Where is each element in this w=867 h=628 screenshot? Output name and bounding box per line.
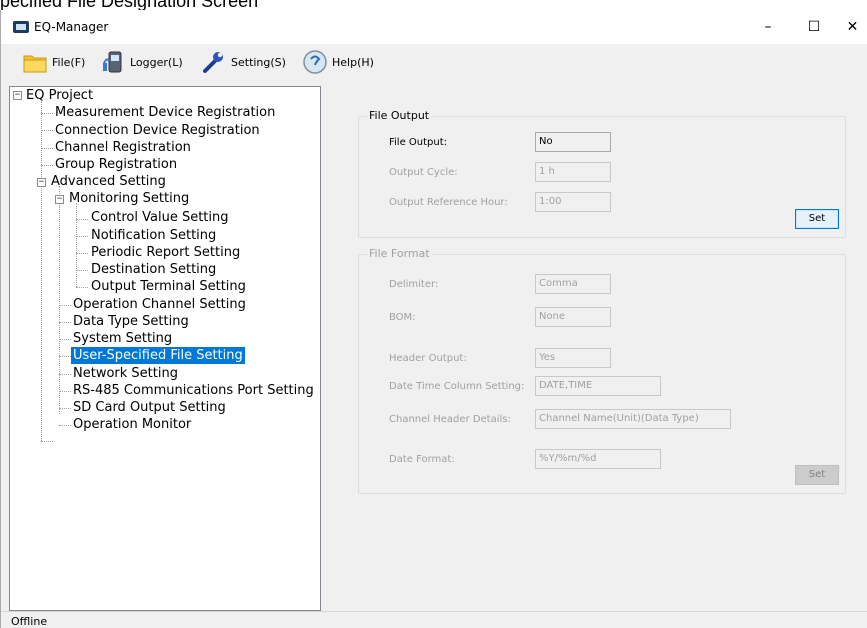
tree-connector	[59, 425, 71, 426]
maximize-button[interactable]: ☐	[791, 10, 837, 44]
file-output-field[interactable]: No	[535, 132, 611, 152]
channel-header-details-label: Channel Header Details:	[389, 414, 511, 425]
tree-item-eq-project[interactable]: EQ Project	[24, 87, 95, 104]
tree-connector	[76, 219, 88, 220]
file-menu-button[interactable]: File(F)	[22, 48, 85, 76]
output-reference-hour-label: Output Reference Hour:	[389, 197, 508, 208]
output-cycle-label: Output Cycle:	[389, 167, 458, 178]
bom-label: BOM:	[389, 312, 416, 323]
file-output-set-button[interactable]: Set	[795, 209, 839, 229]
collapse-monitoring-setting-icon[interactable]: −	[55, 195, 64, 204]
tree-item-rs485-communications-port-setting[interactable]: RS-485 Communications Port Setting	[71, 382, 316, 399]
document-caption: pecified File Designation Screen	[0, 0, 259, 10]
logger-menu-button[interactable]: Logger(L)	[100, 48, 183, 76]
date-format-label: Date Format:	[389, 454, 455, 465]
tree-connector	[76, 253, 88, 254]
tree-connector	[59, 186, 60, 414]
output-cycle-field[interactable]: 1 h	[535, 162, 611, 182]
tree-connector	[41, 130, 53, 131]
tree-item-measurement-device-registration[interactable]: Measurement Device Registration	[53, 104, 277, 121]
tree-connector	[41, 101, 42, 441]
tree-connector	[41, 165, 53, 166]
file-menu-label: File(F)	[52, 55, 86, 69]
date-format-field[interactable]: %Y/%m/%d	[535, 449, 661, 469]
tree-connector	[59, 408, 71, 409]
header-output-label: Header Output:	[389, 353, 467, 364]
bom-field[interactable]: None	[535, 307, 611, 327]
logger-device-icon	[100, 49, 126, 75]
tree-item-operation-monitor[interactable]: Operation Monitor	[71, 416, 193, 433]
file-format-group-title: File Format	[367, 247, 432, 260]
setting-menu-button[interactable]: Setting(S)	[201, 48, 286, 76]
tree-connector	[41, 441, 53, 442]
header-output-field[interactable]: Yes	[535, 348, 611, 368]
delimiter-field[interactable]: Comma	[535, 274, 611, 294]
title-bar: EQ-Manager – ☐ ✕	[1, 10, 867, 44]
logger-menu-label: Logger(L)	[130, 55, 183, 69]
file-output-label: File Output:	[389, 137, 448, 148]
help-menu-label: Help(H)	[332, 55, 374, 69]
tree-connector	[41, 148, 53, 149]
minimize-button[interactable]: –	[745, 10, 791, 44]
tree-item-system-setting[interactable]: System Setting	[71, 330, 174, 347]
app-icon	[13, 21, 29, 33]
channel-header-details-field[interactable]: Channel Name(Unit)(Data Type)	[535, 409, 731, 429]
tree-connector	[59, 391, 71, 392]
tree-item-output-terminal-setting[interactable]: Output Terminal Setting	[89, 278, 248, 295]
delimiter-label: Delimiter:	[389, 279, 439, 290]
tree-item-control-value-setting[interactable]: Control Value Setting	[89, 209, 231, 226]
settings-area: File Output File Output: No Output Cycle…	[324, 86, 867, 611]
window-title: EQ-Manager	[34, 20, 109, 34]
tree-item-sd-card-output-setting[interactable]: SD Card Output Setting	[71, 399, 228, 416]
eq-manager-window: EQ-Manager – ☐ ✕ File(F) Logger(L) Setti…	[0, 10, 867, 628]
tree-connector	[59, 356, 71, 357]
tree-connector	[76, 287, 88, 288]
tree-item-channel-registration[interactable]: Channel Registration	[53, 139, 193, 156]
tree-connector	[59, 322, 71, 323]
status-bar: Offline	[1, 611, 867, 628]
file-output-group-title: File Output	[367, 109, 432, 122]
tree-connector	[76, 270, 88, 271]
tree-connector	[59, 374, 71, 375]
file-output-group: File Output File Output: No Output Cycle…	[358, 109, 846, 238]
tree-item-monitoring-setting[interactable]: Monitoring Setting	[67, 190, 191, 207]
file-format-group: File Format Delimiter: Comma BOM: None H…	[358, 247, 846, 494]
connection-status: Offline	[11, 615, 48, 628]
folder-icon	[22, 49, 48, 75]
date-time-column-setting-label: Date Time Column Setting:	[389, 381, 525, 392]
close-button[interactable]: ✕	[837, 10, 867, 44]
collapse-advanced-setting-icon[interactable]: −	[37, 178, 46, 187]
file-format-set-button[interactable]: Set	[795, 465, 839, 485]
output-reference-hour-field[interactable]: 1:00	[535, 192, 611, 212]
tree-connector	[41, 113, 53, 114]
tree-connector	[76, 236, 88, 237]
tree-item-network-setting[interactable]: Network Setting	[71, 365, 180, 382]
tree-connector	[76, 203, 77, 287]
tree-item-advanced-setting[interactable]: Advanced Setting	[49, 173, 168, 190]
help-menu-button[interactable]: Help(H)	[302, 48, 374, 76]
tree-connector	[59, 305, 71, 306]
help-icon	[302, 49, 328, 75]
collapse-root-icon[interactable]: −	[13, 91, 22, 100]
tree-item-connection-device-registration[interactable]: Connection Device Registration	[53, 122, 262, 139]
tree-connector	[59, 339, 71, 340]
toolbar: File(F) Logger(L) Setting(S) Help(H)	[1, 44, 867, 80]
tree-item-user-specified-file-setting[interactable]: User-Specified File Setting	[71, 347, 245, 364]
tree-item-group-registration[interactable]: Group Registration	[53, 156, 179, 173]
date-time-column-setting-field[interactable]: DATE,TIME	[535, 376, 661, 396]
tree-item-periodic-report-setting[interactable]: Periodic Report Setting	[89, 244, 242, 261]
project-tree: − − − EQ Project Measurement Device Regi…	[9, 86, 321, 611]
setting-menu-label: Setting(S)	[231, 55, 286, 69]
wrench-icon	[201, 49, 227, 75]
tree-item-destination-setting[interactable]: Destination Setting	[89, 261, 218, 278]
tree-item-operation-channel-setting[interactable]: Operation Channel Setting	[71, 296, 248, 313]
tree-item-data-type-setting[interactable]: Data Type Setting	[71, 313, 191, 330]
tree-item-notification-setting[interactable]: Notification Setting	[89, 227, 218, 244]
